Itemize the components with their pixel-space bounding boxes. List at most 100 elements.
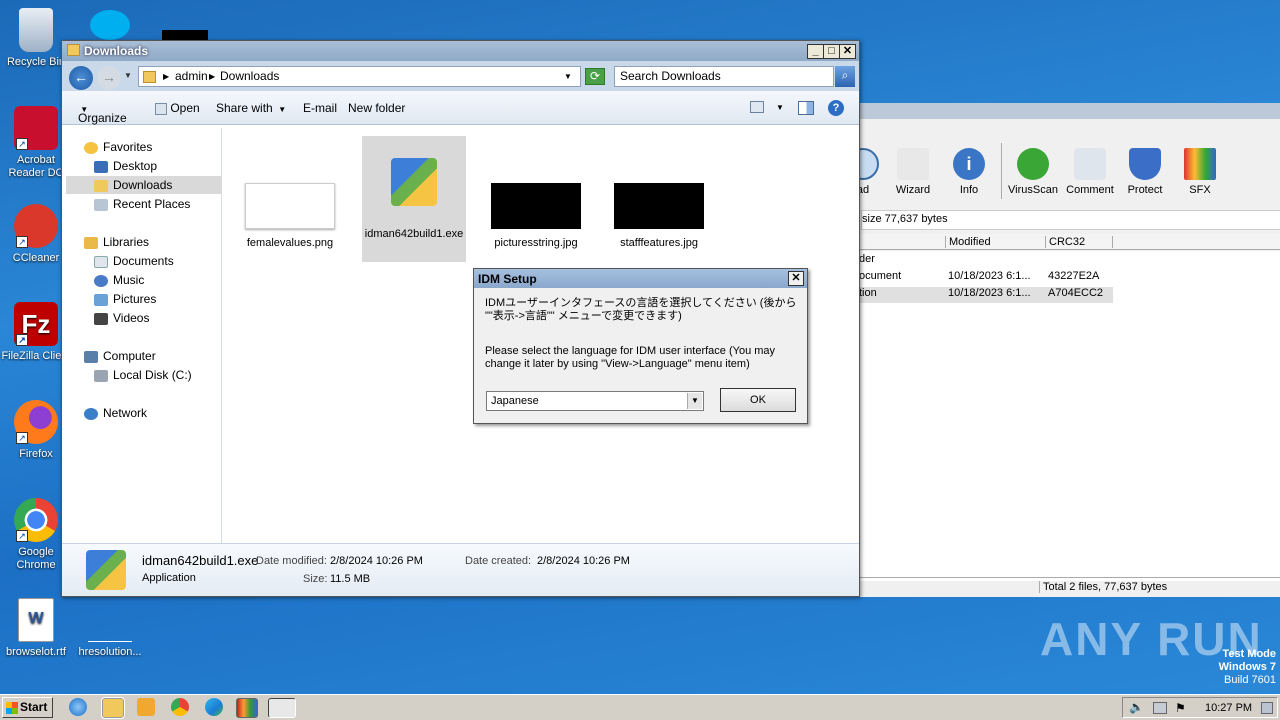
close-button[interactable]: ✕ [839, 44, 856, 59]
nav-libraries[interactable]: Libraries [84, 233, 149, 251]
list-item[interactable]: tion 10/18/2023 6:1... A704ECC2 [859, 287, 1113, 303]
build-label: Build 7601 [1224, 674, 1276, 686]
nav-downloads[interactable]: Downloads [66, 176, 222, 194]
toolbar-label: SFX [1189, 184, 1211, 196]
organize-button[interactable]: Organize ▼ [78, 101, 127, 125]
show-desktop-button[interactable] [1261, 702, 1273, 714]
nav-documents[interactable]: Documents [94, 252, 174, 270]
recent-places-icon [94, 198, 108, 211]
chrome-taskbar-icon[interactable] [171, 698, 189, 716]
clock[interactable]: 10:27 PM [1205, 702, 1252, 714]
nav-desktop[interactable]: Desktop [94, 157, 157, 175]
nav-pictures[interactable]: Pictures [94, 290, 156, 308]
installer-icon [86, 550, 126, 590]
skype-icon[interactable] [90, 10, 130, 40]
desktop-icon-browselot[interactable]: W browselot.rtf [0, 598, 72, 659]
folder-icon [143, 71, 156, 83]
new-folder-button[interactable]: New folder [348, 101, 405, 115]
chevron-down-icon[interactable]: ▼ [564, 67, 572, 86]
idm-setup-dialog[interactable]: IDM Setup ✕ IDMユーザーインタフェースの言語を選択してください (… [473, 268, 808, 424]
flag-icon[interactable]: ⚑ [1175, 701, 1186, 715]
open-button[interactable]: Open [155, 101, 200, 115]
nav-label: Local Disk (C:) [113, 368, 192, 382]
maximize-button[interactable]: □ [823, 44, 840, 59]
volume-icon[interactable]: 🔈 [1129, 700, 1144, 714]
toolbar-button-comment[interactable]: Comment [1062, 148, 1118, 196]
file-item[interactable]: picturesstring.jpg [484, 183, 588, 249]
music-icon [94, 274, 108, 287]
chevron-down-icon[interactable]: ▼ [776, 103, 784, 112]
desktop-icon-hresolution[interactable]: hresolution... [74, 598, 146, 659]
preview-pane-icon[interactable] [798, 101, 814, 115]
email-button[interactable]: E-mail [303, 101, 337, 115]
comment-icon [1074, 148, 1106, 180]
history-dropdown-icon[interactable]: ▼ [124, 71, 132, 80]
ok-button[interactable]: OK [720, 388, 796, 412]
column-crc[interactable]: CRC32 [1045, 236, 1113, 248]
dialog-text-japanese: IDMユーザーインタフェースの言語を選択してください (後から ""表示->言語… [485, 297, 797, 322]
edge-taskbar-icon[interactable] [205, 698, 223, 716]
image-thumbnail [491, 183, 581, 229]
toolbar-button-virusscan[interactable]: VirusScan [1005, 148, 1061, 196]
breadcrumb-downloads[interactable]: Downloads [220, 67, 279, 86]
disk-icon [94, 369, 108, 382]
winrar-taskbar-icon[interactable] [236, 698, 258, 718]
dialog-titlebar[interactable]: IDM Setup ✕ [474, 269, 807, 288]
search-input[interactable]: Search Downloads [614, 66, 834, 87]
list-item[interactable]: der [859, 253, 1113, 269]
file-item[interactable]: femalevalues.png [238, 183, 342, 249]
background-archive-window[interactable]: ad Wizard i Info VirusScan Comment Protec… [847, 103, 1280, 597]
file-item[interactable]: idman642build1.exe [362, 136, 466, 262]
explorer-taskbar-icon[interactable] [101, 697, 125, 719]
desktop-icon-label: Firefox [19, 448, 53, 460]
nav-videos[interactable]: Videos [94, 309, 149, 327]
search-icon[interactable]: ⌕ [835, 66, 855, 87]
share-with-button[interactable]: Share with ▼ [216, 101, 286, 115]
help-icon[interactable]: ? [828, 100, 844, 116]
minimize-button[interactable]: _ [807, 44, 824, 59]
chevron-down-icon[interactable]: ▼ [687, 393, 702, 409]
desktop-icon-label: Google Chrome [16, 546, 56, 571]
breadcrumb-admin[interactable]: admin [175, 67, 208, 86]
nav-computer[interactable]: Computer [84, 347, 156, 365]
ok-label: OK [750, 394, 766, 406]
status-bar: Total 2 files, 77,637 bytes [859, 577, 1280, 595]
toolbar-separator [1001, 143, 1002, 199]
network-tray-icon[interactable] [1153, 702, 1167, 714]
nav-local-disk[interactable]: Local Disk (C:) [94, 366, 192, 384]
toolbar-button-info[interactable]: i Info [941, 148, 997, 196]
desktop-icon-label: browselot.rtf [6, 646, 66, 658]
back-button[interactable]: ← [69, 66, 93, 90]
start-button[interactable]: Start [2, 697, 53, 718]
toolbar-label: Wizard [895, 184, 931, 196]
toolbar-button-wizard[interactable]: Wizard [885, 148, 941, 196]
row-name: der [859, 253, 875, 265]
blank-file-icon [88, 598, 132, 642]
language-select[interactable]: Japanese ▼ [486, 391, 704, 411]
explorer-titlebar[interactable]: Downloads _ □ ✕ [62, 41, 859, 61]
idm-taskbar-icon[interactable] [268, 698, 296, 718]
toolbar-button-sfx[interactable]: SFX [1172, 148, 1228, 196]
dialog-close-button[interactable]: ✕ [788, 271, 804, 286]
list-item[interactable]: ocument 10/18/2023 6:1... 43227E2A [859, 270, 1113, 286]
refresh-button[interactable]: ⟳ [585, 68, 605, 85]
column-modified[interactable]: Modified [945, 236, 1045, 248]
nav-music[interactable]: Music [94, 271, 144, 289]
nav-label: Network [103, 406, 148, 420]
ie-icon[interactable] [69, 698, 87, 716]
bg-titlebar [859, 103, 1280, 119]
toolbar-button-protect[interactable]: Protect [1117, 148, 1173, 196]
nav-favorites[interactable]: Favorites [84, 138, 152, 156]
row-modified: 10/18/2023 6:1... [948, 270, 1031, 282]
pictures-icon [94, 293, 108, 306]
view-options-icon[interactable] [750, 101, 764, 113]
nav-network[interactable]: Network [84, 404, 147, 422]
chrome-icon: ↗ [14, 498, 58, 542]
window-title: Downloads [84, 44, 149, 58]
file-item[interactable]: stafffeatures.jpg [607, 183, 711, 249]
forward-button[interactable]: → [97, 66, 121, 90]
nav-recent-places[interactable]: Recent Places [94, 195, 190, 213]
list-header: Modified CRC32 [859, 234, 1280, 250]
media-player-icon[interactable] [137, 698, 155, 716]
breadcrumb[interactable]: ▶ admin ▶ Downloads ▼ [138, 66, 581, 87]
